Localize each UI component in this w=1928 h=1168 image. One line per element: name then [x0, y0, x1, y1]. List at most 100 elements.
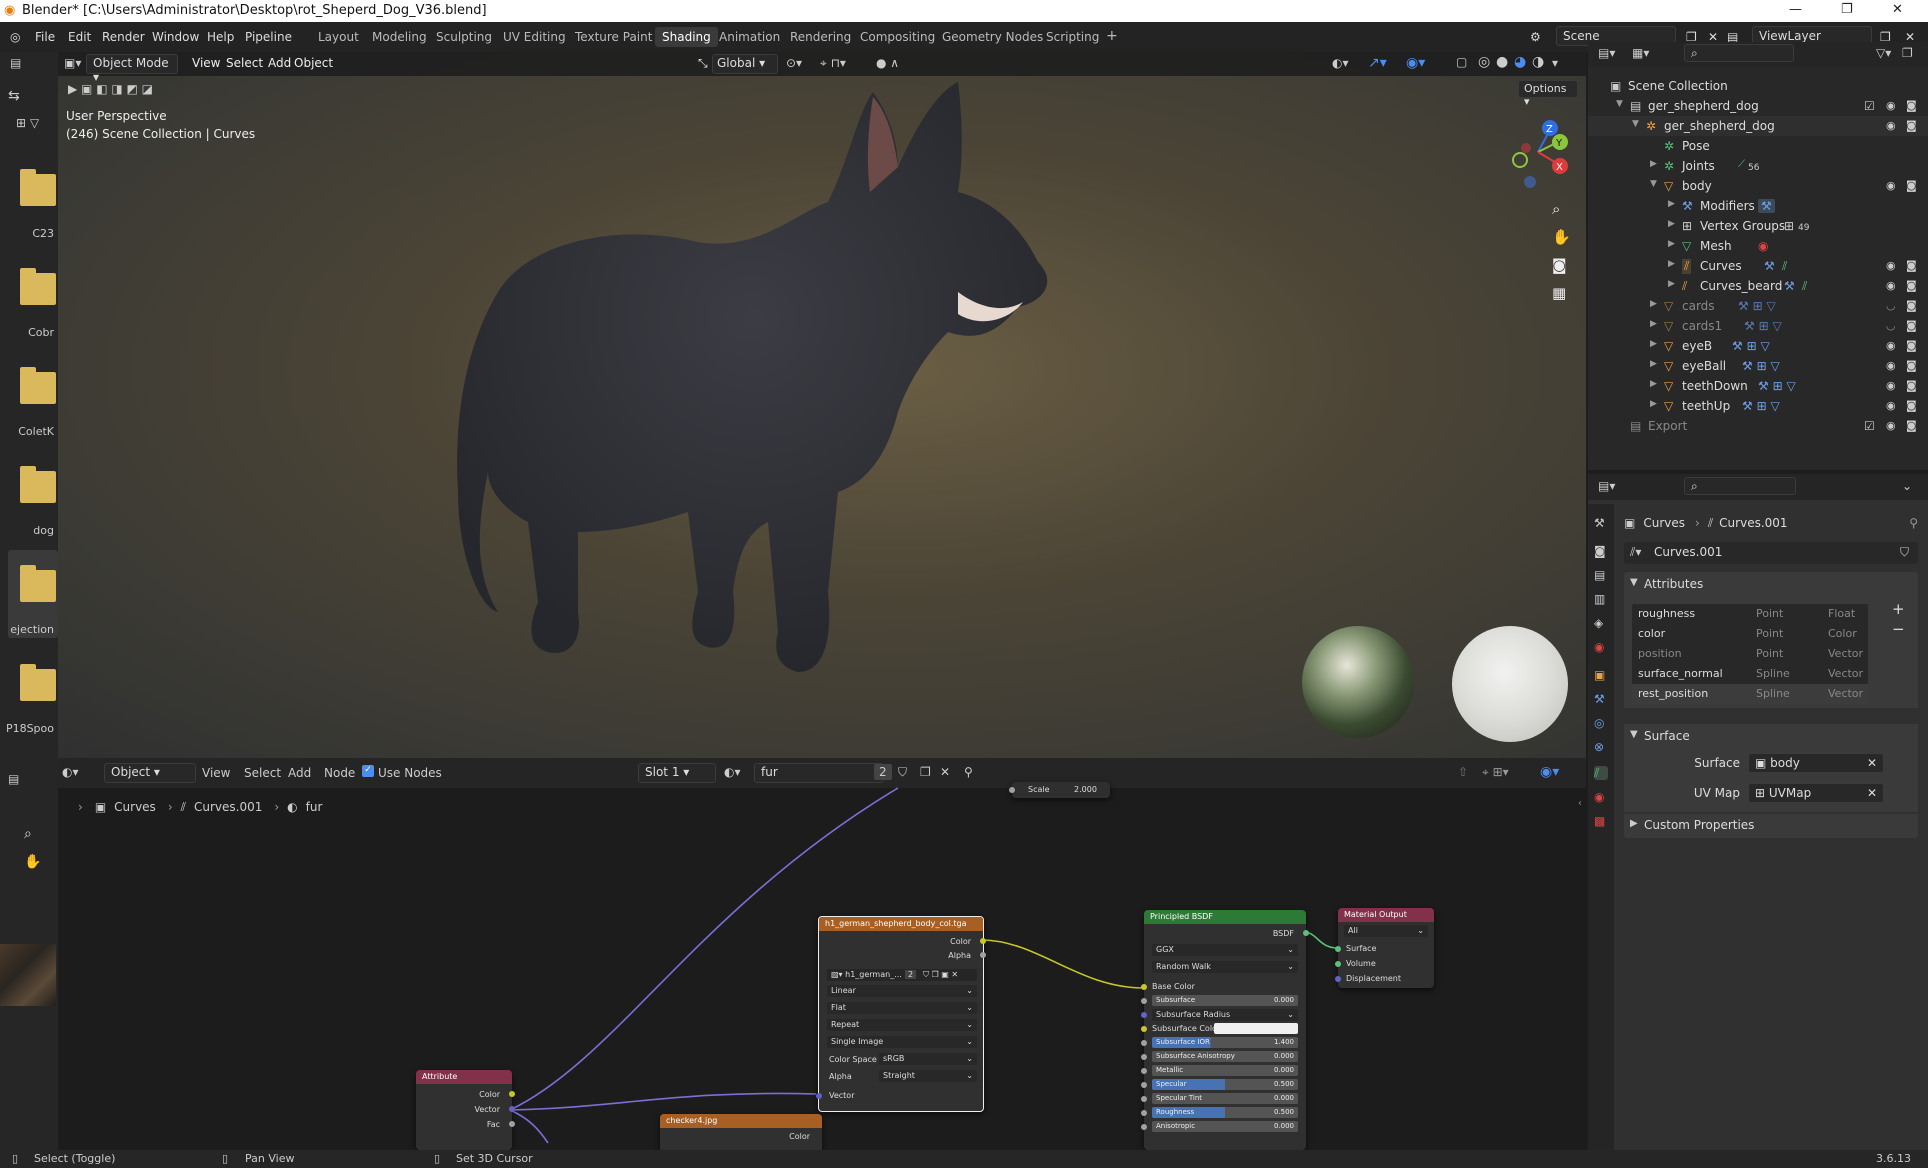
source-dropdown[interactable]: Single Image ⌄	[827, 1036, 977, 1048]
camera-icon[interactable]: ◙	[1906, 279, 1917, 292]
eye-icon[interactable]: ◉	[1886, 119, 1896, 132]
input-vector-socket[interactable]	[816, 1093, 822, 1099]
editor-type-icon[interactable]: ▣▾	[64, 56, 81, 70]
folder-icon[interactable]	[20, 268, 56, 305]
menu-pipeline[interactable]: Pipeline	[245, 30, 292, 44]
exclude-checkbox-icon[interactable]: ☑	[1864, 99, 1875, 113]
outliner-item-label[interactable]: Mesh	[1700, 239, 1732, 253]
eye-closed-icon[interactable]: ◡	[1886, 299, 1896, 312]
eye-icon[interactable]: ◉	[1886, 99, 1896, 112]
expand-arrow-icon[interactable]: ▼	[1650, 179, 1657, 189]
viewport-menu-select[interactable]: Select	[226, 56, 263, 70]
list-item[interactable]: position Point Vector	[1632, 644, 1868, 664]
outliner-item-label[interactable]: Modifiers	[1700, 199, 1755, 213]
checker-node-header[interactable]: checker4.jpg	[660, 1114, 822, 1128]
camera-icon[interactable]: ◙	[1906, 399, 1917, 412]
attribute-output-color-socket[interactable]	[509, 1091, 515, 1097]
eye-icon[interactable]: ◉	[1886, 259, 1896, 272]
attributes-panel-header[interactable]: ▼ Attributes	[1624, 572, 1918, 598]
material-output-node[interactable]: Material Output All ⌄ Surface Volume Disp…	[1335, 908, 1434, 988]
output-target-dropdown[interactable]: All ⌄	[1344, 925, 1428, 937]
pan-view-icon[interactable]: ✋	[1552, 228, 1571, 246]
input-socket[interactable]	[1141, 1012, 1147, 1018]
curves-data-tab-icon[interactable]: ⫽	[1594, 766, 1608, 780]
proportional-edit-icon[interactable]: ● ∧	[876, 56, 899, 70]
eye-icon[interactable]: ◉	[1886, 359, 1896, 372]
subsurface-slider[interactable]: Subsurface 0.000	[1152, 995, 1298, 1006]
xray-icon[interactable]: ▢	[1456, 55, 1467, 69]
bsdf-node-header[interactable]: Principled BSDF	[1144, 910, 1306, 924]
attribute-output-vector-socket[interactable]	[509, 1106, 515, 1112]
render-tab-icon[interactable]: ◙	[1594, 544, 1608, 558]
displacement-input-socket[interactable]	[1335, 976, 1341, 982]
outliner-row[interactable]: ✲ Pose	[1588, 136, 1928, 156]
anisotropic-slider[interactable]: Anisotropic 0.000	[1152, 1121, 1298, 1132]
roughness-slider[interactable]: Roughness 0.500	[1152, 1107, 1298, 1118]
camera-icon[interactable]: ◙	[1906, 359, 1917, 372]
blender-menu-icon[interactable]: ◎	[10, 30, 20, 44]
outliner-row[interactable]: ▶ ▽ eyeBall ⚒ ⊞ ▽ ◉ ◙	[1588, 356, 1928, 376]
outliner-row[interactable]: ▼ ▽ body ◉ ◙	[1588, 176, 1928, 196]
expand-arrow-icon[interactable]: ▶	[1650, 319, 1657, 329]
menu-help[interactable]: Help	[207, 30, 234, 44]
expand-arrow-icon[interactable]: ▶	[1650, 159, 1657, 169]
options-dropdown[interactable]: Options ▾	[1518, 80, 1578, 108]
tool-tab-icon[interactable]: ⚒	[1594, 516, 1608, 530]
folder-label[interactable]: ejection	[4, 623, 54, 636]
eye-icon[interactable]: ◉	[1886, 399, 1896, 412]
distribution-dropdown[interactable]: GGX ⌄	[1152, 944, 1298, 956]
outliner-row[interactable]: ▶ ▽ cards ⚒ ⊞ ▽ ◡ ◙	[1588, 296, 1928, 316]
constraint-tab-icon[interactable]: ⊗	[1594, 740, 1608, 754]
outliner-search-input[interactable]: ⌕	[1684, 44, 1794, 62]
expand-arrow-icon[interactable]: ▶	[1650, 339, 1657, 349]
folder-icon[interactable]	[20, 466, 56, 503]
minimize-icon[interactable]: —	[1789, 2, 1802, 17]
folder-label[interactable]: P18Spoo	[4, 722, 54, 735]
expand-arrow-icon[interactable]: ▶	[1650, 299, 1657, 309]
outliner-row[interactable]: ▶ ⚒ Modifiers ⚒	[1588, 196, 1928, 216]
filter-icon[interactable]: ⊞ ▽	[16, 116, 39, 130]
camera-icon[interactable]: ◙	[1906, 179, 1917, 192]
shading-solid-icon[interactable]: ●	[1496, 54, 1508, 70]
expand-arrow-icon[interactable]: ▶	[1668, 219, 1675, 229]
outliner-item-label[interactable]: eyeBall	[1682, 359, 1726, 373]
extension-dropdown[interactable]: Repeat ⌄	[827, 1019, 977, 1031]
fake-user-icon[interactable]: ⛉	[1900, 545, 1909, 560]
pin-icon[interactable]: ⚲	[1909, 516, 1918, 530]
list-item-selected[interactable]: rest_position Spline Vector	[1632, 684, 1868, 704]
outliner-item-label[interactable]: Curves_beard	[1700, 279, 1782, 293]
remove-attribute-button[interactable]: −	[1892, 620, 1905, 638]
output-tab-icon[interactable]: ▤	[1594, 568, 1608, 582]
outliner-item-label[interactable]: Vertex Groups	[1700, 219, 1785, 233]
uvmap-field[interactable]: ⊞ UVMap ✕	[1748, 783, 1884, 803]
expand-arrow-icon[interactable]: ▶	[1650, 399, 1657, 409]
transform-orientation-dropdown[interactable]: Global ▾	[712, 54, 778, 74]
outliner-item-label[interactable]: Joints	[1682, 159, 1715, 173]
outliner-item-label[interactable]: teethDown	[1682, 379, 1748, 393]
base-color-socket[interactable]	[1141, 984, 1147, 990]
eye-closed-icon[interactable]: ◡	[1886, 319, 1896, 332]
outliner-item-label[interactable]: Pose	[1682, 139, 1710, 153]
eye-icon[interactable]: ◉	[1886, 279, 1896, 292]
eye-icon[interactable]: ◉	[1886, 419, 1896, 432]
attribute-node-header[interactable]: Attribute	[416, 1070, 512, 1084]
viewport-menu-object[interactable]: Object	[294, 56, 333, 70]
menu-render[interactable]: Render	[102, 30, 145, 44]
hand-icon[interactable]: ✋	[24, 854, 41, 870]
add-attribute-button[interactable]: +	[1892, 600, 1905, 618]
camera-icon[interactable]: ◙	[1906, 259, 1917, 272]
outliner-item-label[interactable]: ger_shepherd_dog	[1648, 99, 1759, 113]
outliner-item-label[interactable]: Scene Collection	[1628, 79, 1728, 93]
camera-icon[interactable]: ◙	[1906, 419, 1917, 432]
tab-sculpting[interactable]: Sculpting	[436, 30, 492, 44]
input-socket[interactable]	[1141, 998, 1147, 1004]
subsurface-anisotropy-slider[interactable]: Subsurface Anisotropy 0.000	[1152, 1051, 1298, 1062]
scene-tab-icon[interactable]: ◈	[1594, 616, 1608, 630]
input-socket[interactable]	[1009, 787, 1015, 793]
outliner-row[interactable]: ▶ ▽ teethDown ⚒ ⊞ ▽ ◉ ◙	[1588, 376, 1928, 396]
shading-rendered-icon[interactable]: ◑	[1532, 54, 1544, 70]
image-texture-node[interactable]: h1_german_shepherd_body_col.tga Color Al…	[816, 916, 986, 1112]
folder-label[interactable]: ColetK	[4, 425, 54, 438]
folder-label[interactable]: dog	[4, 524, 54, 537]
attributes-list[interactable]: roughness Point Float color Point Color …	[1632, 604, 1868, 704]
